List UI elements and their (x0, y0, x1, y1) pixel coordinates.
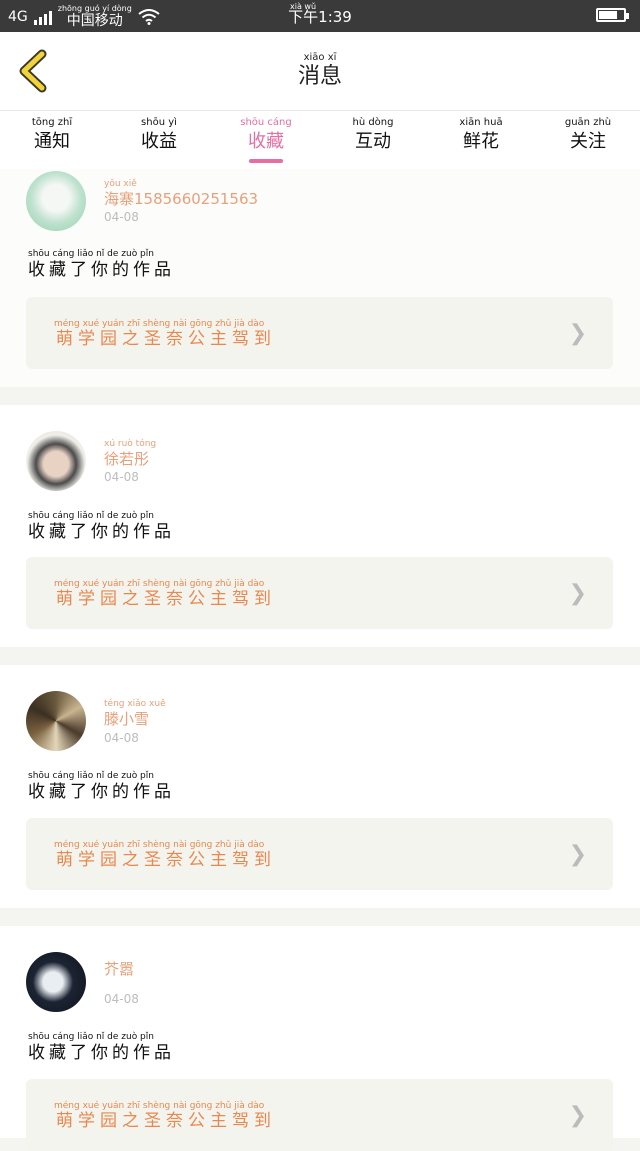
tab-earnings[interactable]: shōu yì 收益 (114, 117, 204, 155)
page-title: xiāo xī 消息 (0, 32, 640, 90)
chevron-right-icon: ❯ (568, 321, 587, 346)
username-pinyin: téng xiǎo xuě (104, 699, 166, 709)
battery-level (599, 11, 618, 19)
avatar[interactable] (26, 171, 86, 231)
tab-label: 关注 (570, 131, 606, 152)
battery-icon (596, 8, 629, 22)
active-tab-indicator (249, 159, 283, 163)
message-body: 收藏了你的作品 (28, 260, 175, 280)
chevron-right-icon: ❯ (568, 842, 587, 867)
chevron-right-icon: ❯ (568, 581, 587, 606)
message-date: 04-08 (104, 470, 139, 484)
tab-pinyin: tōng zhī (31, 117, 73, 128)
tab-pinyin: shōu yì (141, 117, 177, 128)
tab-pinyin: shōu cáng (240, 117, 292, 128)
avatar[interactable] (26, 952, 86, 1012)
tab-label: 通知 (34, 131, 70, 152)
username-text: 芥嚣 (104, 960, 135, 978)
header: xiāo xī 消息 (0, 32, 640, 111)
work-title: 萌学园之圣奈公主驾到 (56, 1111, 276, 1131)
message-date: 04-08 (104, 731, 139, 745)
message-pinyin: shōu cáng liǎo nǐ de zuò pǐn (28, 249, 154, 259)
message-card[interactable]: 芥嚣 04-08 shōu cáng liǎo nǐ de zuò pǐn 收藏… (0, 926, 640, 1151)
page-title-pinyin: xiāo xī (303, 52, 337, 63)
work-title: 萌学园之圣奈公主驾到 (56, 329, 276, 349)
tab-label: 收益 (141, 131, 177, 152)
tab-pinyin: xiān huā (459, 117, 503, 128)
tab-label: 鲜花 (463, 131, 499, 152)
message-text: shōu cáng liǎo nǐ de zuò pǐn 收藏了你的作品 (28, 771, 175, 802)
message-date: 04-08 (104, 992, 139, 1006)
tab-following[interactable]: guān zhù 关注 (543, 117, 633, 155)
username-pinyin: xú ruò tóng (104, 439, 157, 449)
work-link[interactable]: méng xué yuán zhī shèng nài gōng zhǔ jià… (26, 557, 613, 629)
message-body: 收藏了你的作品 (28, 522, 175, 542)
username-text: 滕小雪 (104, 710, 150, 728)
message-text: shōu cáng liǎo nǐ de zuò pǐn 收藏了你的作品 (28, 1032, 175, 1063)
username-pinyin: yǒu xiě (104, 179, 137, 189)
message-date: 04-08 (104, 210, 139, 224)
chevron-right-icon: ❯ (568, 1103, 587, 1128)
tab-flowers[interactable]: xiān huā 鲜花 (436, 117, 526, 155)
work-title: 萌学园之圣奈公主驾到 (56, 589, 276, 609)
work-title: 萌学园之圣奈公主驾到 (56, 850, 276, 870)
message-card[interactable]: xú ruò tóng 徐若彤 04-08 shōu cáng liǎo nǐ … (0, 405, 640, 647)
clock-pinyin: xià wǔ (290, 2, 317, 11)
message-body: 收藏了你的作品 (28, 1043, 175, 1063)
message-pinyin: shōu cáng liǎo nǐ de zuò pǐn (28, 1032, 154, 1042)
status-bar: 4G zhōng guó yí dòng 中国移动 xià wǔ 下午1:39 (0, 0, 640, 32)
message-pinyin: shōu cáng liǎo nǐ de zuò pǐn (28, 771, 154, 781)
work-link[interactable]: méng xué yuán zhī shèng nài gōng zhǔ jià… (26, 818, 613, 890)
work-link[interactable]: méng xué yuán zhī shèng nài gōng zhǔ jià… (26, 297, 613, 369)
username[interactable]: téng xiǎo xuě 滕小雪 (104, 699, 166, 728)
tab-pinyin: hù dòng (352, 117, 394, 128)
username-text: 海寨15856602515​63 (104, 190, 259, 208)
avatar[interactable] (26, 431, 86, 491)
avatar[interactable] (26, 691, 86, 751)
message-text: shōu cáng liǎo nǐ de zuò pǐn 收藏了你的作品 (28, 511, 175, 542)
tab-interactions[interactable]: hù dòng 互动 (328, 117, 418, 155)
tab-label: 互动 (355, 131, 391, 152)
tab-notifications[interactable]: tōng zhī 通知 (7, 117, 97, 155)
message-card[interactable]: yǒu xiě 海寨15856602515​63 04-08 shōu cáng… (0, 169, 640, 387)
username-text: 徐若彤 (104, 450, 150, 468)
message-card[interactable]: téng xiǎo xuě 滕小雪 04-08 shōu cáng liǎo n… (0, 665, 640, 908)
message-text: shōu cáng liǎo nǐ de zuò pǐn 收藏了你的作品 (28, 249, 175, 280)
clock: xià wǔ 下午1:39 (0, 2, 640, 27)
username[interactable]: xú ruò tóng 徐若彤 (104, 439, 156, 468)
message-body: 收藏了你的作品 (28, 782, 175, 802)
message-pinyin: shōu cáng liǎo nǐ de zuò pǐn (28, 511, 154, 521)
page-title-text: 消息 (297, 64, 342, 89)
tab-bar: tōng zhī 通知 shōu yì 收益 shōu cáng 收藏 hù d… (0, 111, 640, 169)
work-link[interactable]: méng xué yuán zhī shèng nài gōng zhǔ jià… (26, 1079, 613, 1151)
tab-pinyin: guān zhù (564, 117, 612, 128)
tab-favorites[interactable]: shōu cáng 收藏 (221, 117, 311, 163)
username[interactable]: 芥嚣 (104, 960, 134, 978)
username[interactable]: yǒu xiě 海寨15856602515​63 (104, 179, 258, 208)
tab-label: 收藏 (248, 131, 284, 152)
